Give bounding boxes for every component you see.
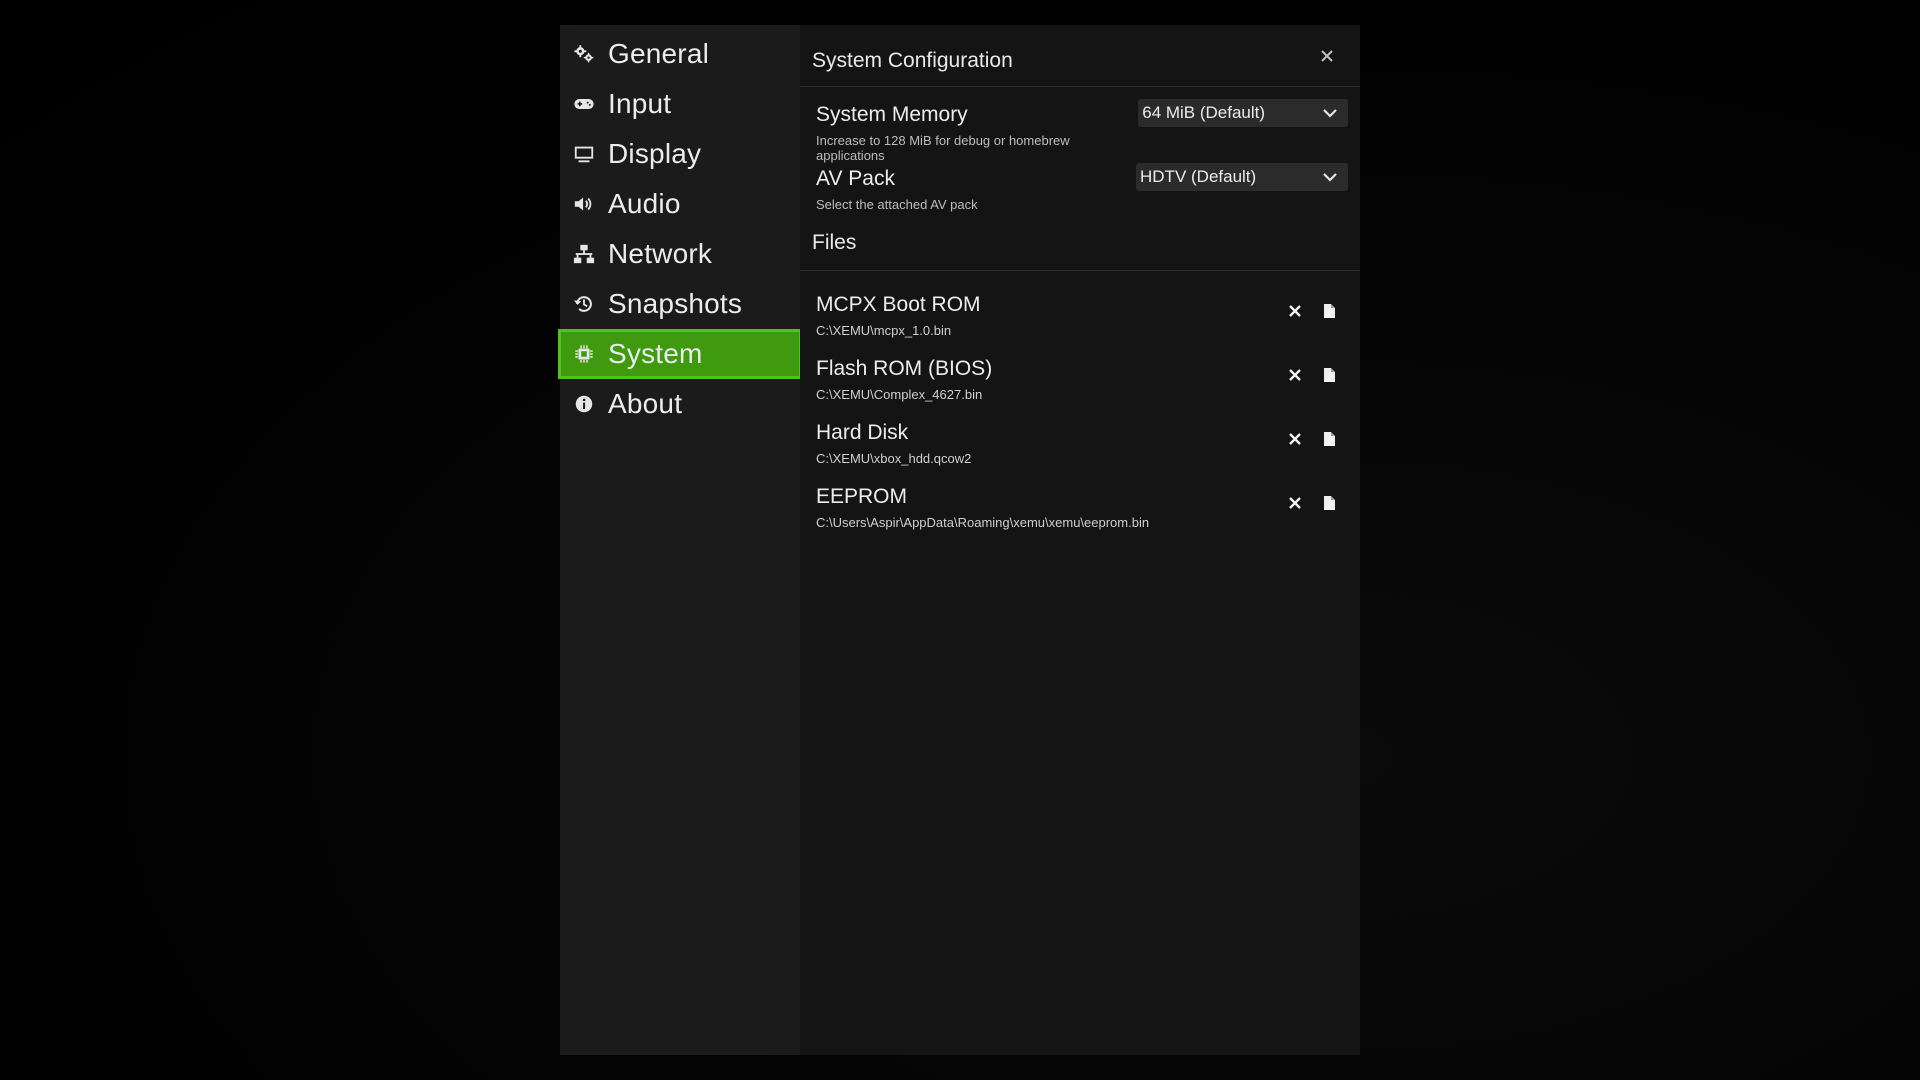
file-icon <box>1324 368 1335 382</box>
info-icon <box>572 392 596 416</box>
file-path: C:\XEMU\Complex_4627.bin <box>816 387 983 402</box>
network-icon <box>572 242 596 266</box>
sidebar-item-label: Network <box>608 238 713 269</box>
clear-file-button[interactable] <box>1286 494 1304 512</box>
close-icon <box>1289 369 1301 381</box>
file-name: MCPX Boot ROM <box>816 293 981 316</box>
sidebar-item-audio[interactable]: Audio <box>558 179 800 229</box>
sidebar-item-label: Display <box>608 138 702 169</box>
speaker-icon <box>572 192 596 216</box>
file-name: Hard Disk <box>816 421 909 444</box>
main-panel: System Configuration System Memory Incre… <box>800 25 1360 1055</box>
monitor-icon <box>572 142 596 166</box>
history-icon <box>572 292 596 316</box>
close-button[interactable] <box>1316 45 1338 67</box>
browse-file-button[interactable] <box>1320 366 1338 384</box>
files-section-header: Files <box>800 215 1360 271</box>
sidebar-item-label: General <box>608 38 710 69</box>
sidebar-item-about[interactable]: About <box>558 379 800 429</box>
clear-file-button[interactable] <box>1286 302 1304 320</box>
file-path: C:\Users\Aspir\AppData\Roaming\xemu\xemu… <box>816 515 1150 530</box>
sidebar-item-snapshots[interactable]: Snapshots <box>558 279 800 329</box>
close-icon <box>1289 497 1301 509</box>
file-row-hard-disk: Hard Disk C:\XEMU\xbox_hdd.qcow2 <box>800 405 1360 469</box>
chevron-down-icon <box>1323 173 1337 182</box>
setting-name: System Memory <box>816 103 968 126</box>
file-path: C:\XEMU\mcpx_1.0.bin <box>816 323 952 338</box>
file-row-eeprom: EEPROM C:\Users\Aspir\AppData\Roaming\xe… <box>800 469 1360 533</box>
sidebar-item-network[interactable]: Network <box>558 229 800 279</box>
settings-window: General Input Display Audio Network Snap… <box>558 25 1360 1055</box>
sidebar-item-label: About <box>608 388 683 419</box>
browse-file-button[interactable] <box>1320 302 1338 320</box>
page-title: System Configuration <box>812 48 1013 72</box>
sidebar-item-label: Snapshots <box>608 288 743 319</box>
file-icon <box>1324 304 1335 318</box>
browse-file-button[interactable] <box>1320 430 1338 448</box>
file-row-mcpx: MCPX Boot ROM C:\XEMU\mcpx_1.0.bin <box>800 277 1360 341</box>
close-icon <box>1321 49 1333 62</box>
sidebar: General Input Display Audio Network Snap… <box>558 25 802 1055</box>
setting-system-memory: System Memory Increase to 128 MiB for de… <box>800 87 1360 163</box>
av-pack-select[interactable]: HDTV (Default) <box>1136 163 1348 191</box>
sidebar-item-display[interactable]: Display <box>558 129 800 179</box>
sidebar-item-label: Input <box>608 88 672 119</box>
gamepad-icon <box>572 92 596 116</box>
file-name: EEPROM <box>816 485 908 508</box>
file-name: Flash ROM (BIOS) <box>816 357 993 380</box>
gears-icon <box>572 42 596 66</box>
setting-description: Select the attached AV pack <box>816 197 978 212</box>
close-icon <box>1289 433 1301 445</box>
chevron-down-icon <box>1323 109 1337 118</box>
clear-file-button[interactable] <box>1286 430 1304 448</box>
section-title: Files <box>812 230 857 254</box>
chip-icon <box>572 342 596 366</box>
close-icon <box>1289 305 1301 317</box>
sidebar-item-system[interactable]: System <box>558 329 802 379</box>
sidebar-item-input[interactable]: Input <box>558 79 800 129</box>
setting-name: AV Pack <box>816 167 895 190</box>
sidebar-item-label: System <box>608 338 703 369</box>
browse-file-button[interactable] <box>1320 494 1338 512</box>
file-row-flash-rom: Flash ROM (BIOS) C:\XEMU\Complex_4627.bi… <box>800 341 1360 405</box>
panel-header: System Configuration <box>800 25 1360 87</box>
file-icon <box>1324 432 1335 446</box>
select-value: HDTV (Default) <box>1140 167 1257 186</box>
clear-file-button[interactable] <box>1286 366 1304 384</box>
sidebar-item-label: Audio <box>608 188 681 219</box>
select-value: 64 MiB (Default) <box>1142 103 1266 122</box>
sidebar-item-general[interactable]: General <box>558 29 800 79</box>
system-memory-select[interactable]: 64 MiB (Default) <box>1138 99 1348 127</box>
file-icon <box>1324 496 1335 510</box>
file-path: C:\XEMU\xbox_hdd.qcow2 <box>816 451 972 466</box>
